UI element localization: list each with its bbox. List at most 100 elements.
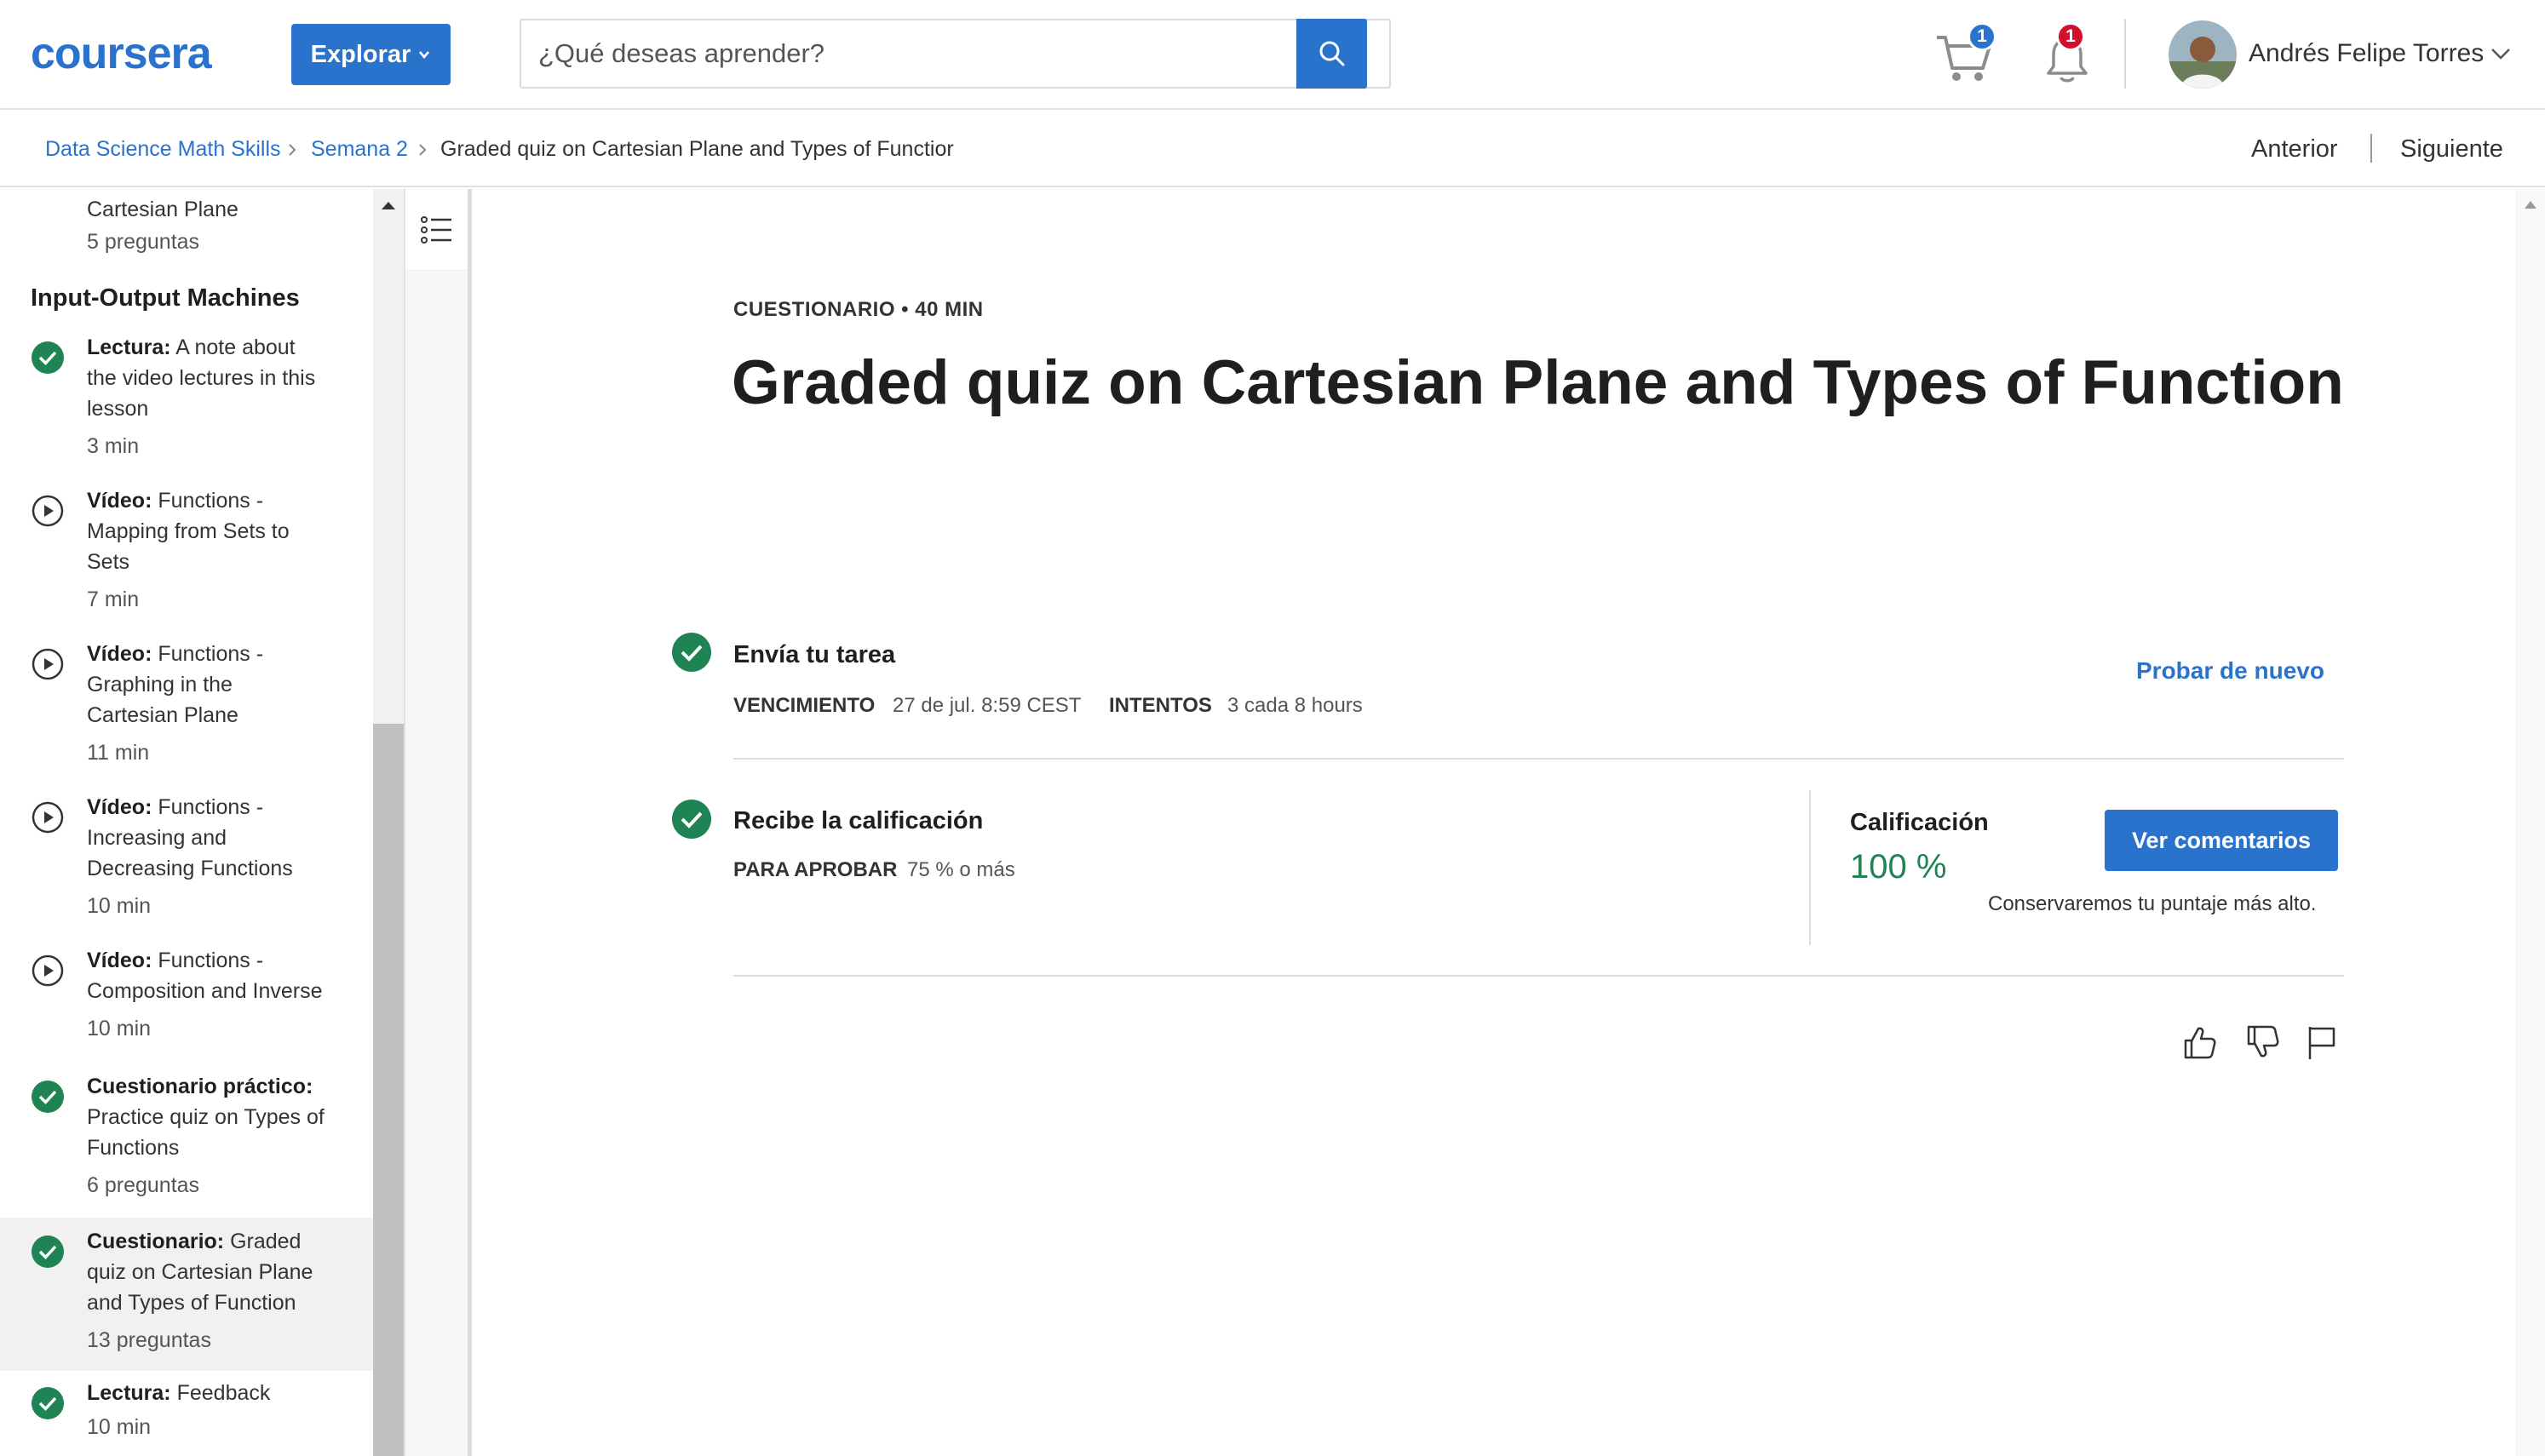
- sidebar-item-type: Lectura:: [87, 1381, 171, 1405]
- chevron-right-icon: [419, 144, 427, 156]
- sidebar-item-label: Feedback: [176, 1381, 271, 1405]
- sidebar-item-meta: 7 min: [87, 588, 140, 611]
- sidebar-item-meta: 10 min: [87, 894, 152, 918]
- explore-label: Explorar: [310, 40, 411, 68]
- check-circle-icon: [672, 800, 711, 839]
- top-navigation-bar: coursera Explorar 1 1 Andrés Felipe Torr…: [0, 0, 2545, 110]
- sidebar-item-label: Functions -: [158, 949, 264, 972]
- chevron-right-icon: [289, 144, 296, 156]
- sidebar-item-meta: 10 min: [87, 1415, 152, 1439]
- highest-score-note: Conservaremos tu puntaje más alto.: [1988, 892, 2317, 915]
- view-feedback-button[interactable]: Ver comentarios: [2105, 810, 2338, 871]
- page-title: Graded quiz on Cartesian Plane and Types…: [732, 348, 2344, 417]
- sidebar-item-practice-quiz[interactable]: Cuestionario práctico: Practice quiz on …: [0, 1075, 373, 1231]
- tool-column: [404, 189, 472, 1456]
- sidebar-item-label: Functions: [87, 1136, 180, 1160]
- play-circle-icon: [32, 801, 64, 834]
- sidebar-item-graded-quiz-active[interactable]: Cuestionario: Graded quiz on Cartesian P…: [0, 1218, 373, 1371]
- sidebar-item-reading[interactable]: Lectura: A note about the video lectures…: [0, 332, 373, 485]
- sidebar-item-label[interactable]: Cartesian Plane: [87, 194, 342, 225]
- sidebar-item-label: Mapping from Sets to: [87, 519, 290, 543]
- search-icon: [1319, 41, 1344, 66]
- sidebar-item-label: Cartesian Plane: [87, 703, 238, 727]
- sidebar-item-label: Functions -: [158, 642, 264, 666]
- sidebar-item-type: Vídeo:: [87, 795, 152, 819]
- check-circle-icon: [32, 1235, 64, 1268]
- sidebar-item-label: Graded: [230, 1230, 302, 1253]
- sidebar-section-title: Input-Output Machines: [31, 284, 300, 312]
- search-button[interactable]: [1296, 19, 1367, 89]
- sidebar-item-label: Composition and Inverse: [87, 979, 323, 1003]
- breadcrumb-week-link[interactable]: Semana 2: [311, 137, 408, 162]
- sidebar-item-label: Functions -: [158, 489, 264, 513]
- play-circle-icon: [32, 954, 64, 987]
- thumbs-up-icon[interactable]: [2180, 1023, 2218, 1061]
- coursera-logo[interactable]: coursera: [31, 31, 254, 78]
- sidebar-item-video[interactable]: Vídeo: Functions - Composition and Inver…: [0, 949, 373, 1083]
- grade-divider: [1809, 790, 1811, 945]
- user-avatar[interactable]: [2169, 20, 2237, 89]
- sidebar-item-label: the video lectures in this: [87, 366, 316, 390]
- pass-label: PARA APROBAR: [733, 858, 898, 881]
- sidebar-item-reading[interactable]: Lectura: Feedback 10 min: [0, 1379, 373, 1456]
- check-circle-icon: [32, 1387, 64, 1419]
- sidebar-item-label: Graphing in the: [87, 673, 233, 696]
- scroll-up-arrow-icon[interactable]: [2523, 199, 2538, 209]
- check-circle-icon: [672, 633, 711, 672]
- sidebar-item-video[interactable]: Vídeo: Functions - Increasing and Decrea…: [0, 795, 373, 955]
- sidebar-item-label: Functions -: [158, 795, 264, 819]
- sidebar-item-label: Sets: [87, 550, 130, 574]
- due-value: 27 de jul. 8:59 CEST: [893, 694, 1082, 717]
- sidebar-scrollbar-thumb[interactable]: [373, 724, 404, 1456]
- user-name[interactable]: Andrés Felipe Torres: [2249, 39, 2484, 68]
- notification-count-badge: 1: [2056, 22, 2085, 51]
- main-scrollbar-track[interactable]: [2516, 189, 2545, 1456]
- flag-icon[interactable]: [2303, 1023, 2341, 1061]
- check-circle-icon: [32, 1081, 64, 1113]
- play-circle-icon: [32, 648, 64, 680]
- sidebar-item-label: Increasing and: [87, 826, 227, 850]
- next-link[interactable]: Siguiente: [2400, 135, 2503, 163]
- try-again-link[interactable]: Probar de nuevo: [2136, 657, 2324, 685]
- pass-value: 75 % o más: [907, 858, 1015, 881]
- sidebar-item-video[interactable]: Vídeo: Functions - Graphing in the Carte…: [0, 642, 373, 802]
- sidebar-item-video[interactable]: Vídeo: Functions - Mapping from Sets to …: [0, 489, 373, 649]
- search-input[interactable]: [521, 20, 1295, 87]
- breadcrumb-current: Graded quiz on Cartesian Plane and Types…: [440, 137, 954, 161]
- section-divider: [733, 975, 2344, 977]
- cart-count-badge: 1: [1968, 22, 1996, 51]
- attempts-label: INTENTOS: [1109, 694, 1212, 717]
- due-label: VENCIMIENTO: [733, 694, 876, 717]
- sidebar-item-label: A note about: [175, 335, 296, 359]
- sidebar-item-meta: 5 preguntas: [87, 230, 200, 254]
- search-bar: [520, 19, 1391, 89]
- list-icon: [420, 215, 451, 244]
- explore-button[interactable]: Explorar: [291, 24, 451, 85]
- thumbs-down-icon[interactable]: [2243, 1023, 2281, 1061]
- sidebar-item-type: Vídeo:: [87, 642, 152, 666]
- check-circle-icon: [32, 341, 64, 374]
- chevron-down-icon[interactable]: [2490, 47, 2511, 60]
- scroll-up-arrow-icon[interactable]: [380, 199, 397, 211]
- sidebar-item-meta: 10 min: [87, 1017, 152, 1040]
- nav-divider: [2370, 134, 2372, 163]
- sidebar-item-type: Cuestionario práctico:: [87, 1075, 313, 1098]
- play-circle-icon: [32, 495, 64, 527]
- section-divider: [733, 758, 2344, 760]
- header-divider: [2124, 19, 2126, 89]
- sidebar-item-label: lesson: [87, 397, 149, 421]
- attempts-value: 3 cada 8 hours: [1227, 694, 1363, 717]
- sidebar-item-type: Vídeo:: [87, 489, 152, 513]
- breadcrumb-course-link[interactable]: Data Science Math Skills: [45, 137, 281, 162]
- previous-link[interactable]: Anterior: [2251, 135, 2338, 163]
- svg-text:coursera: coursera: [31, 31, 213, 78]
- sidebar-item-type: Cuestionario:: [87, 1230, 225, 1253]
- sidebar-item-meta: 11 min: [87, 741, 150, 765]
- outline-toggle-button[interactable]: [405, 189, 468, 271]
- sidebar-item-label: Practice quiz on Types of: [87, 1105, 325, 1129]
- sidebar-item-label: Decreasing Functions: [87, 857, 293, 880]
- sidebar-item-meta: 3 min: [87, 434, 140, 458]
- sidebar-item-meta: 6 preguntas: [87, 1173, 200, 1197]
- receive-grade-title: Recibe la calificación: [733, 807, 984, 834]
- sidebar-item-type: Vídeo:: [87, 949, 152, 972]
